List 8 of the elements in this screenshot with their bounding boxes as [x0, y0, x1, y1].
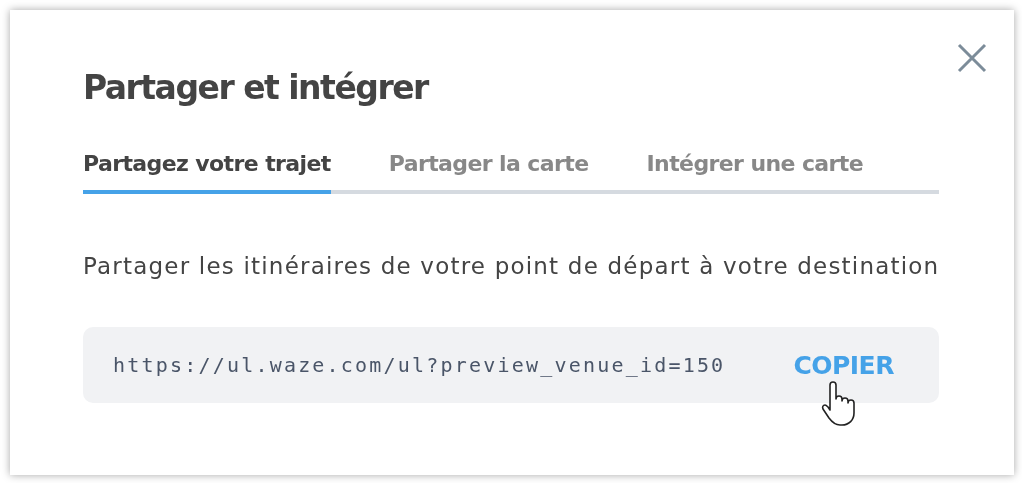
tab[interactable]: Partager la carte — [388, 151, 589, 194]
dialog-title: Partager et intégrer — [83, 67, 430, 109]
hand-cursor-icon — [821, 381, 857, 427]
tab[interactable]: Intégrer une carte — [646, 151, 864, 194]
tab[interactable]: Partagez votre trajet — [83, 151, 331, 194]
close-icon[interactable] — [956, 42, 988, 74]
copy-button[interactable]: COPIER — [793, 350, 894, 380]
description: Partager les itinéraires de votre point de départ à votre destination — [83, 253, 939, 279]
